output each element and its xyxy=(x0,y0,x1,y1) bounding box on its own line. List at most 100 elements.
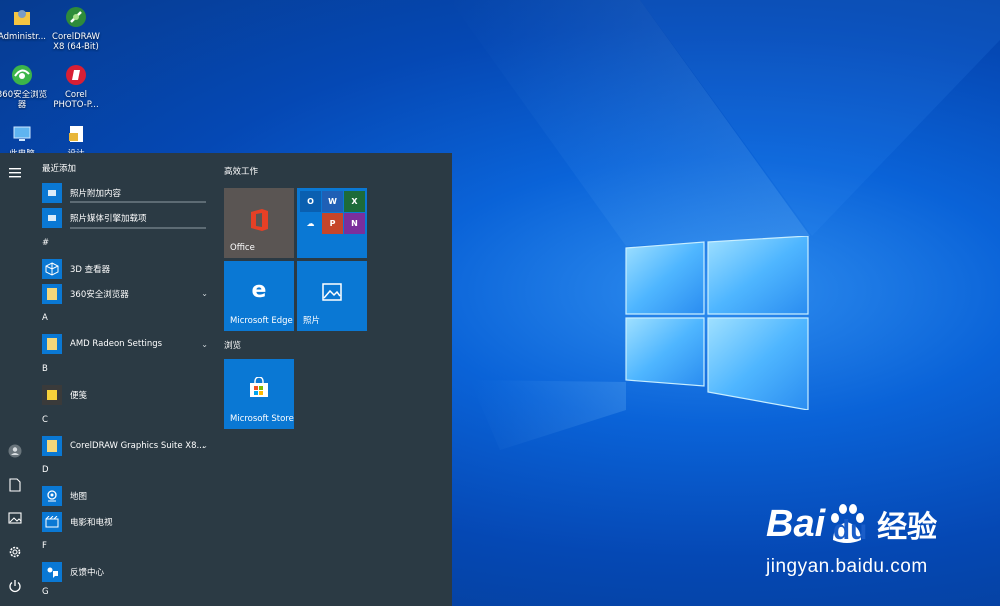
app-label: AMD Radeon Settings xyxy=(70,339,163,350)
app-label: 电影和电视 xyxy=(70,517,113,528)
app-360-browser-folder[interactable]: 360安全浏览器 ⌄ xyxy=(36,281,212,306)
app-amd-radeon-folder[interactable]: AMD Radeon Settings ⌄ xyxy=(36,332,212,357)
app-label: 地图 xyxy=(70,492,88,503)
user-folder-icon xyxy=(10,5,34,29)
feedback-icon xyxy=(42,562,62,583)
gear-icon xyxy=(9,546,21,558)
film-icon xyxy=(42,511,62,532)
expand-menu-button[interactable] xyxy=(0,158,30,188)
chevron-down-icon[interactable]: ⌄ xyxy=(201,289,208,298)
file-icon xyxy=(64,122,88,146)
excel-icon: X xyxy=(344,191,365,212)
app-photo-addon-icon xyxy=(42,182,62,203)
user-avatar-icon xyxy=(8,444,22,458)
baidu-jingyan-watermark: Bai du 经验 jingyan.baidu.com xyxy=(766,498,937,578)
app-sticky-notes[interactable]: 便笺 xyxy=(36,382,212,407)
app-label: 反馈中心 xyxy=(70,568,105,579)
documents-button[interactable] xyxy=(0,470,30,500)
cube-3d-icon xyxy=(42,258,62,279)
app-label: 3D 查看器 xyxy=(70,264,111,275)
start-rail xyxy=(0,153,30,606)
app-label: 便笺 xyxy=(70,391,88,402)
maps-icon xyxy=(42,486,62,507)
watermark-url: jingyan.baidu.com xyxy=(766,556,928,577)
photos-icon xyxy=(322,283,342,301)
store-bag-icon xyxy=(250,377,268,397)
windows-logo-wallpaper xyxy=(625,236,809,410)
chevron-down-icon[interactable]: ⌄ xyxy=(201,441,208,450)
section-letter[interactable]: # xyxy=(36,231,212,256)
app-label: 360安全浏览器 xyxy=(70,289,129,300)
onedrive-icon: ☁ xyxy=(300,213,321,234)
outlook-icon: O xyxy=(300,191,321,212)
app-3d-viewer[interactable]: 3D 查看器 xyxy=(36,256,212,281)
settings-button[interactable] xyxy=(0,537,30,567)
app-movies-tv[interactable]: 电影和电视 xyxy=(36,509,212,534)
corel-photopaint-icon xyxy=(64,63,88,87)
tile-label: Office xyxy=(230,243,255,253)
folder-icon xyxy=(42,334,62,355)
tile-label: Microsoft Store xyxy=(230,414,294,424)
section-letter[interactable]: A xyxy=(36,306,212,331)
recent-item[interactable]: 照片媒体引擎加载项 xyxy=(36,205,212,230)
account-button[interactable] xyxy=(0,436,30,466)
app-maps[interactable]: 地图 xyxy=(36,484,212,509)
coreldraw-icon xyxy=(64,5,88,29)
tiles-area: 高效工作 Office O W X ☁ P N e Microsoft Edge xyxy=(224,165,444,429)
watermark-cn: 经验 xyxy=(877,510,938,545)
onenote-icon: N xyxy=(344,213,365,234)
app-label: 照片附加内容 xyxy=(70,188,122,199)
recent-item[interactable]: 照片附加内容 xyxy=(36,180,212,205)
app-list: 最近添加 照片附加内容 照片媒体引擎加载项 # 3D 查看器 360安全浏览器 … xyxy=(36,161,212,599)
start-menu: 最近添加 照片附加内容 照片媒体引擎加载项 # 3D 查看器 360安全浏览器 … xyxy=(0,153,452,606)
pictures-button[interactable] xyxy=(0,503,30,533)
app-label: 照片媒体引擎加载项 xyxy=(70,213,147,224)
tile-label: 照片 xyxy=(303,316,321,326)
desktop-icon-360-browser[interactable]: 360安全浏览器 xyxy=(0,63,48,110)
app-media-engine-icon xyxy=(42,207,62,228)
edge-icon: e xyxy=(252,279,267,301)
tile-group-title[interactable]: 浏览 xyxy=(224,339,241,353)
powerpoint-icon: P xyxy=(322,213,343,234)
this-pc-icon xyxy=(10,122,34,146)
tile-office-apps-folder[interactable]: O W X ☁ P N xyxy=(297,188,367,258)
desktop-icon-label: CorelDRAW X8 (64-Bit) xyxy=(52,32,100,52)
hamburger-icon xyxy=(9,168,21,178)
app-feedback-hub[interactable]: 反馈中心 xyxy=(36,559,212,584)
svg-text:e: e xyxy=(252,279,267,301)
tile-label: Microsoft Edge xyxy=(230,316,293,326)
section-letter[interactable]: G xyxy=(36,585,212,599)
app-coreldraw-folder[interactable]: CorelDRAW Graphics Suite X8... ⌄ xyxy=(36,433,212,458)
tile-group-title[interactable]: 高效工作 xyxy=(224,165,444,179)
tile-microsoft-edge[interactable]: e Microsoft Edge xyxy=(224,261,294,331)
folder-icon xyxy=(42,435,62,456)
tile-office[interactable]: Office xyxy=(224,188,294,258)
desktop-icon-label: Corel PHOTO-P... xyxy=(53,90,99,110)
desktop-icon-label: 360安全浏览器 xyxy=(0,90,48,110)
desktop-icon-administrator[interactable]: Administr... xyxy=(0,5,48,42)
install-progress xyxy=(70,201,206,204)
section-letter[interactable]: F xyxy=(36,534,212,559)
recent-header: 最近添加 xyxy=(42,164,77,174)
section-letter[interactable]: D xyxy=(36,458,212,483)
power-icon xyxy=(9,580,21,593)
sticky-notes-icon xyxy=(42,385,62,406)
tile-photos[interactable]: 照片 xyxy=(297,261,367,331)
tile-microsoft-store[interactable]: Microsoft Store xyxy=(224,359,294,429)
power-button[interactable] xyxy=(0,571,30,601)
section-letter[interactable]: B xyxy=(36,357,212,382)
watermark-brand-du: du xyxy=(833,514,868,545)
desktop-icon-corel-photopaint[interactable]: Corel PHOTO-P... xyxy=(50,63,102,110)
document-icon xyxy=(9,478,21,492)
folder-icon xyxy=(42,283,62,304)
browser-360-icon xyxy=(10,63,34,87)
word-icon: W xyxy=(322,191,343,212)
install-progress xyxy=(70,226,206,229)
desktop-icon-label: Administr... xyxy=(0,32,47,42)
desktop-icon-coreldraw[interactable]: CorelDRAW X8 (64-Bit) xyxy=(50,5,102,52)
chevron-down-icon[interactable]: ⌄ xyxy=(201,340,208,349)
watermark-brand: Bai xyxy=(766,502,826,545)
picture-icon xyxy=(8,512,22,524)
app-label: CorelDRAW Graphics Suite X8... xyxy=(70,440,205,451)
section-letter[interactable]: C xyxy=(36,408,212,433)
